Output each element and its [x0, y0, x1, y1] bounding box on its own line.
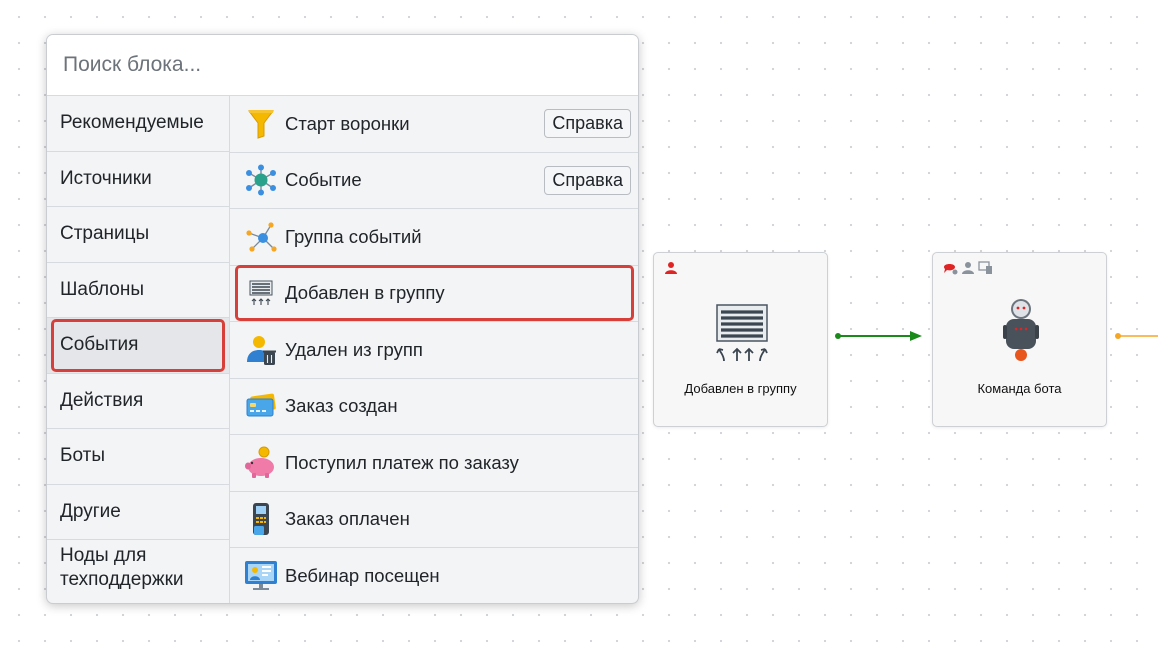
category-recommended[interactable]: Рекомендуемые	[47, 96, 229, 152]
block-item-label: Добавлен в группу	[285, 282, 445, 304]
block-item-label: Вебинар посещен	[285, 565, 440, 587]
node-added-to-group[interactable]: Добавлен в группу	[653, 252, 828, 427]
search-input[interactable]: Поиск блока...	[47, 35, 638, 96]
user-icon	[664, 261, 678, 280]
block-item-label: Старт воронки	[285, 112, 410, 134]
category-list: Рекомендуемые Источники Страницы Шаблоны…	[47, 96, 230, 603]
category-sources[interactable]: Источники	[47, 152, 229, 207]
added-to-group-icon	[715, 303, 769, 368]
category-bots[interactable]: Боты	[47, 429, 229, 485]
category-other[interactable]: Другие	[47, 485, 229, 540]
category-pages[interactable]: Страницы	[47, 207, 229, 263]
added-to-group-icon	[244, 276, 278, 310]
block-item-order-paid[interactable]: Заказ оплачен	[230, 492, 638, 548]
block-item-removed-from-groups[interactable]: Удален из групп	[230, 322, 638, 379]
help-button[interactable]: Справка	[544, 165, 631, 195]
block-item-webinar-attended[interactable]: Вебинар посещен	[230, 548, 638, 603]
block-item-label: Поступил платеж по заказу	[285, 451, 519, 473]
funnel-icon	[244, 107, 278, 141]
block-item-order-created[interactable]: Заказ создан	[230, 379, 638, 435]
block-item-payment-received[interactable]: Поступил платеж по заказу	[230, 435, 638, 492]
event-network-icon	[244, 163, 278, 197]
edge-connector-out[interactable]	[1113, 328, 1158, 344]
chat-icon	[943, 261, 958, 280]
node-badges	[943, 261, 993, 280]
edge-connector[interactable]	[834, 328, 926, 344]
help-button[interactable]: Справка	[544, 109, 631, 139]
block-item-label: Удален из групп	[285, 338, 423, 360]
card-icon	[244, 389, 278, 423]
category-support-nodes-label: Ноды для техподдержки	[60, 544, 184, 590]
robot-icon	[1001, 297, 1041, 368]
block-item-funnel-start[interactable]: Старт воронки Справка	[230, 96, 638, 153]
block-item-label: Группа событий	[285, 225, 422, 247]
block-item-label: Заказ оплачен	[285, 508, 410, 530]
node-title: Команда бота	[977, 381, 1062, 396]
category-events[interactable]: События	[47, 318, 229, 374]
block-item-event[interactable]: Событие Справка	[230, 153, 638, 209]
block-item-event-group[interactable]: Группа событий	[230, 209, 638, 266]
payment-terminal-icon	[244, 502, 278, 536]
category-actions[interactable]: Действия	[47, 374, 229, 429]
node-title: Добавлен в группу	[684, 381, 797, 396]
webinar-icon	[244, 559, 278, 593]
category-support-nodes[interactable]: Ноды для техподдержки	[47, 540, 229, 596]
node-bot-command[interactable]: Команда бота	[932, 252, 1107, 427]
piggy-bank-icon	[244, 446, 278, 480]
device-icon	[978, 261, 993, 280]
node-badges	[664, 261, 678, 280]
block-item-label: Событие	[285, 169, 362, 191]
block-item-added-to-group[interactable]: Добавлен в группу	[230, 264, 638, 322]
event-group-icon	[244, 220, 278, 254]
user-icon	[961, 261, 975, 280]
block-picker-popup: Поиск блока... Рекомендуемые Источники С…	[46, 34, 639, 604]
user-removed-icon	[244, 333, 278, 367]
block-item-label: Заказ создан	[285, 395, 398, 417]
block-list: Старт воронки Справка Событие Справка Гр…	[230, 96, 638, 603]
category-templates[interactable]: Шаблоны	[47, 263, 229, 318]
